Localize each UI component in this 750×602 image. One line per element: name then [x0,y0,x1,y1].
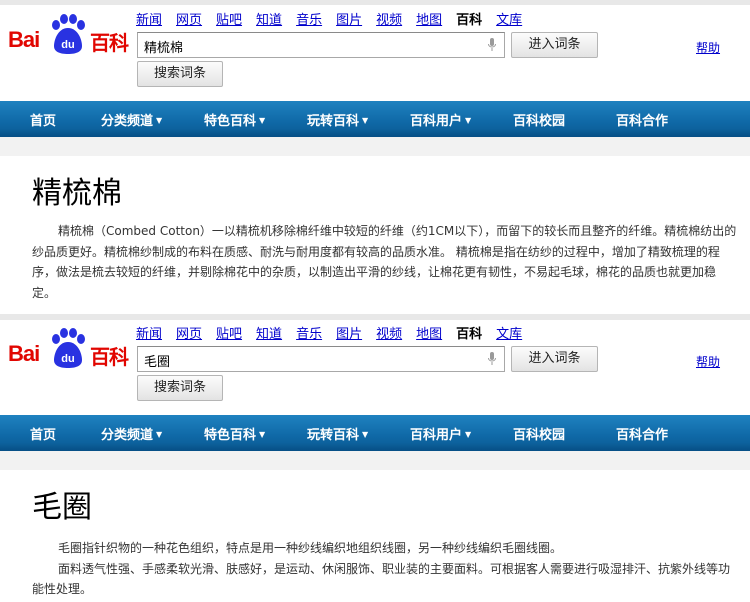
chevron-down-icon: ▼ [362,430,369,439]
link-music[interactable]: 音乐 [296,323,322,342]
link-map[interactable]: 地图 [416,323,442,342]
chevron-down-icon: ▼ [465,430,472,439]
nav-home[interactable]: 首页 [30,424,56,443]
top-border [0,0,750,5]
search-input[interactable]: 精梳棉 [137,32,505,58]
logo-bai-text: Bai [8,341,40,366]
entry-summary: 精梳棉（Combed Cotton）一以精梳机移除棉纤维中较短的纤维（约1CM以… [32,221,738,303]
product-links: 新闻 网页 贴吧 知道 音乐 图片 视频 地图 百科 文库 [136,323,536,342]
link-news[interactable]: 新闻 [136,9,162,28]
link-web[interactable]: 网页 [176,9,202,28]
main-nav-bar: 首页 分类频道 ▼ 特色百科 ▼ 玩转百科 ▼ 百科用户 ▼ 百科校园 百科合作 [0,415,750,451]
baidu-paw-icon: du [52,328,85,368]
nav-featured-baike[interactable]: 特色百科 ▼ [204,424,265,443]
logo-baike-text: 百科 [90,345,129,369]
top-border [0,314,750,320]
link-baike-active: 百科 [456,327,483,342]
help-link[interactable]: 帮助 [696,353,720,370]
entry-title: 毛圈 [32,490,92,525]
baidu-baike-logo[interactable]: Bai du 百科 [8,14,130,58]
logo-bai-text: Bai [8,27,40,52]
baike-panel-2: Bai du 百科 新闻 网页 贴吧 知道 音乐 图片 视频 地图 百科 文库 … [0,314,750,602]
search-input-value: 毛圈 [144,355,171,370]
link-zhidao[interactable]: 知道 [256,9,282,28]
nav-play-baike[interactable]: 玩转百科 ▼ [307,110,368,129]
link-tieba[interactable]: 贴吧 [216,9,242,28]
nav-baike-campus[interactable]: 百科校园 [513,424,565,443]
entry-title: 精梳棉 [32,176,122,211]
link-images[interactable]: 图片 [336,9,362,28]
search-input-value: 精梳棉 [144,41,184,56]
baike-panel-1: Bai du 百科 新闻 网页 贴吧 知道 音乐 图片 视频 地图 百科 文库 … [0,0,750,314]
enter-entry-button[interactable]: 进入词条 [511,346,598,372]
search-entry-button[interactable]: 搜索词条 [137,375,223,401]
main-nav-bar: 首页 分类频道 ▼ 特色百科 ▼ 玩转百科 ▼ 百科用户 ▼ 百科校园 百科合作 [0,101,750,137]
logo-du-text: du [61,39,74,51]
link-news[interactable]: 新闻 [136,323,162,342]
nav-baike-users[interactable]: 百科用户 ▼ [410,424,471,443]
nav-play-baike[interactable]: 玩转百科 ▼ [307,424,368,443]
nav-baike-users[interactable]: 百科用户 ▼ [410,110,471,129]
nav-baike-cooperation[interactable]: 百科合作 [616,424,668,443]
link-web[interactable]: 网页 [176,323,202,342]
nav-baike-campus[interactable]: 百科校园 [513,110,565,129]
link-tieba[interactable]: 贴吧 [216,323,242,342]
chevron-down-icon: ▼ [259,430,266,439]
link-video[interactable]: 视频 [376,9,402,28]
chevron-down-icon: ▼ [465,116,472,125]
content-top-band [0,451,750,470]
baidu-baike-logo[interactable]: Bai du 百科 [8,328,130,372]
content-top-band [0,137,750,156]
search-input[interactable]: 毛圈 [137,346,505,372]
chevron-down-icon: ▼ [259,116,266,125]
logo-du-text: du [61,353,74,365]
baidu-paw-icon: du [52,14,85,54]
link-zhidao[interactable]: 知道 [256,323,282,342]
nav-home[interactable]: 首页 [30,110,56,129]
nav-category-channel[interactable]: 分类频道 ▼ [101,110,162,129]
link-wenku[interactable]: 文库 [496,323,522,342]
link-music[interactable]: 音乐 [296,9,322,28]
chevron-down-icon: ▼ [362,116,369,125]
nav-category-channel[interactable]: 分类频道 ▼ [101,424,162,443]
microphone-icon[interactable] [488,38,496,52]
microphone-icon[interactable] [488,352,496,366]
nav-featured-baike[interactable]: 特色百科 ▼ [204,110,265,129]
link-baike-active: 百科 [456,13,483,28]
summary-paragraph: 毛圈指针织物的一种花色组织，特点是用一种纱线编织地组织线圈，另一种纱线编织毛圈线… [58,541,563,555]
product-links: 新闻 网页 贴吧 知道 音乐 图片 视频 地图 百科 文库 [136,9,536,28]
help-link[interactable]: 帮助 [696,39,720,56]
summary-paragraph: 面料透气性强、手感柔软光滑、肤感好，是运动、休闲服饰、职业装的主要面料。可根据客… [32,561,731,597]
logo-baike-text: 百科 [90,31,129,55]
search-entry-button[interactable]: 搜索词条 [137,61,223,87]
enter-entry-button[interactable]: 进入词条 [511,32,598,58]
link-wenku[interactable]: 文库 [496,9,522,28]
chevron-down-icon: ▼ [156,116,163,125]
chevron-down-icon: ▼ [156,430,163,439]
summary-paragraph: 精梳棉（Combed Cotton）一以精梳机移除棉纤维中较短的纤维（约1CM以… [32,224,737,300]
link-map[interactable]: 地图 [416,9,442,28]
link-video[interactable]: 视频 [376,323,402,342]
entry-summary: 毛圈指针织物的一种花色组织，特点是用一种纱线编织地组织线圈，另一种纱线编织毛圈线… [32,538,738,600]
link-images[interactable]: 图片 [336,323,362,342]
nav-baike-cooperation[interactable]: 百科合作 [616,110,668,129]
